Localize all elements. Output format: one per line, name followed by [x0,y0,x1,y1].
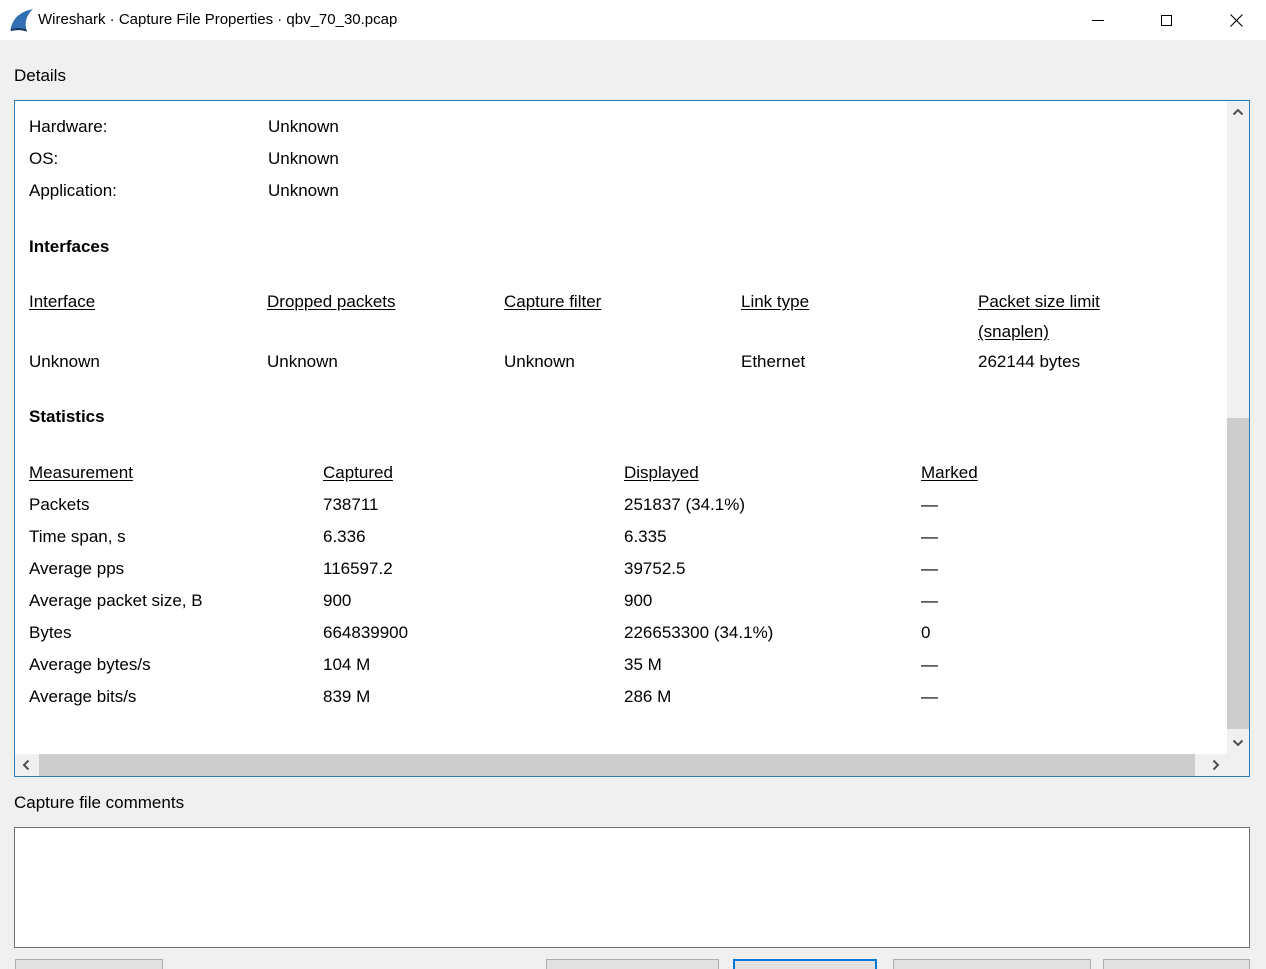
stat-cell: 116597.2 [323,553,624,585]
close-dialog-button[interactable] [733,959,877,969]
horizontal-scrollbar[interactable] [15,754,1227,776]
stat-cell: — [921,681,1227,713]
interface-cell: Unknown [267,347,504,377]
stat-cell: 6.336 [323,521,624,553]
interface-cell: Unknown [29,347,267,377]
vertical-scrollbar[interactable] [1227,101,1249,754]
property-value: Unknown [268,111,1227,143]
stat-cell: 900 [624,585,921,617]
stat-cell: — [921,649,1227,681]
stat-cell: 251837 (34.1%) [624,489,921,521]
stat-cell: 664839900 [323,617,624,649]
close-icon [1229,13,1244,28]
horizontal-scrollbar-thumb[interactable] [39,754,1195,776]
column-header-displayed: Displayed [624,457,921,489]
maximize-button[interactable] [1143,0,1190,40]
property-label: OS: [29,143,268,175]
property-label: Application: [29,175,268,207]
stat-cell: 35 M [624,649,921,681]
stat-cell: — [921,489,1227,521]
chevron-up-icon [1232,108,1244,116]
minimize-button[interactable] [1074,0,1121,40]
property-value: Unknown [268,143,1227,175]
column-header-packet-size-limit: Packet size limit (snaplen) [978,287,1227,347]
scroll-right-button[interactable] [1205,754,1227,776]
interface-cell: 262144 bytes [978,347,1227,377]
property-label: Hardware: [29,111,268,143]
interfaces-table: Interface Dropped packets Capture filter… [29,287,1227,377]
interface-cell: Unknown [504,347,741,377]
stat-cell: 839 M [323,681,624,713]
stat-cell: Average packet size, B [29,585,323,617]
details-pane: Hardware: Unknown OS: Unknown Applicatio… [14,100,1250,777]
column-header-marked: Marked [921,457,1227,489]
column-header-dropped-packets: Dropped packets [267,287,504,317]
details-content: Hardware: Unknown OS: Unknown Applicatio… [15,101,1227,754]
capture-file-comments-input[interactable] [14,827,1250,948]
save-comments-button[interactable] [546,959,719,969]
column-header-measurement: Measurement [29,457,323,489]
stat-cell: 6.335 [624,521,921,553]
close-window-button[interactable] [1213,0,1260,40]
stat-cell: Packets [29,489,323,521]
stat-cell: 738711 [323,489,624,521]
statistics-table: Measurement Captured Displayed Marked Pa… [29,457,1227,713]
details-label: Details [14,66,66,86]
interfaces-heading: Interfaces [29,231,1227,263]
chevron-left-icon [22,759,30,771]
stat-cell: 0 [921,617,1227,649]
copy-to-clipboard-button[interactable] [893,959,1091,969]
stat-cell: 104 M [323,649,624,681]
column-header-interface: Interface [29,287,267,317]
maximize-icon [1161,15,1172,26]
scrollbar-corner [1227,754,1249,776]
stat-cell: 286 M [624,681,921,713]
stat-cell: — [921,553,1227,585]
stat-cell: Average pps [29,553,323,585]
stat-cell: — [921,521,1227,553]
window-title: Wireshark · Capture File Properties · qb… [38,0,397,40]
vertical-scrollbar-thumb[interactable] [1227,418,1249,729]
help-button[interactable] [1103,959,1250,969]
column-header-capture-filter: Capture filter [504,287,741,317]
chevron-right-icon [1212,759,1220,771]
stat-cell: Average bits/s [29,681,323,713]
column-header-link-type: Link type [741,287,978,317]
property-value: Unknown [268,175,1227,207]
refresh-button[interactable] [15,959,163,969]
minimize-icon [1092,20,1104,21]
wireshark-logo-icon [8,7,35,34]
stat-cell: Bytes [29,617,323,649]
titlebar[interactable]: Wireshark · Capture File Properties · qb… [0,0,1266,40]
file-properties-table: Hardware: Unknown OS: Unknown Applicatio… [29,111,1227,207]
stat-cell: Average bytes/s [29,649,323,681]
interface-cell: Ethernet [741,347,978,377]
capture-file-comments-label: Capture file comments [14,793,184,813]
statistics-heading: Statistics [29,401,1227,433]
column-header-captured: Captured [323,457,624,489]
chevron-down-icon [1232,739,1244,747]
scroll-left-button[interactable] [15,754,37,776]
stat-cell: 39752.5 [624,553,921,585]
stat-cell: — [921,585,1227,617]
scroll-up-button[interactable] [1227,101,1249,123]
scroll-down-button[interactable] [1227,732,1249,754]
stat-cell: 226653300 (34.1%) [624,617,921,649]
stat-cell: Time span, s [29,521,323,553]
stat-cell: 900 [323,585,624,617]
